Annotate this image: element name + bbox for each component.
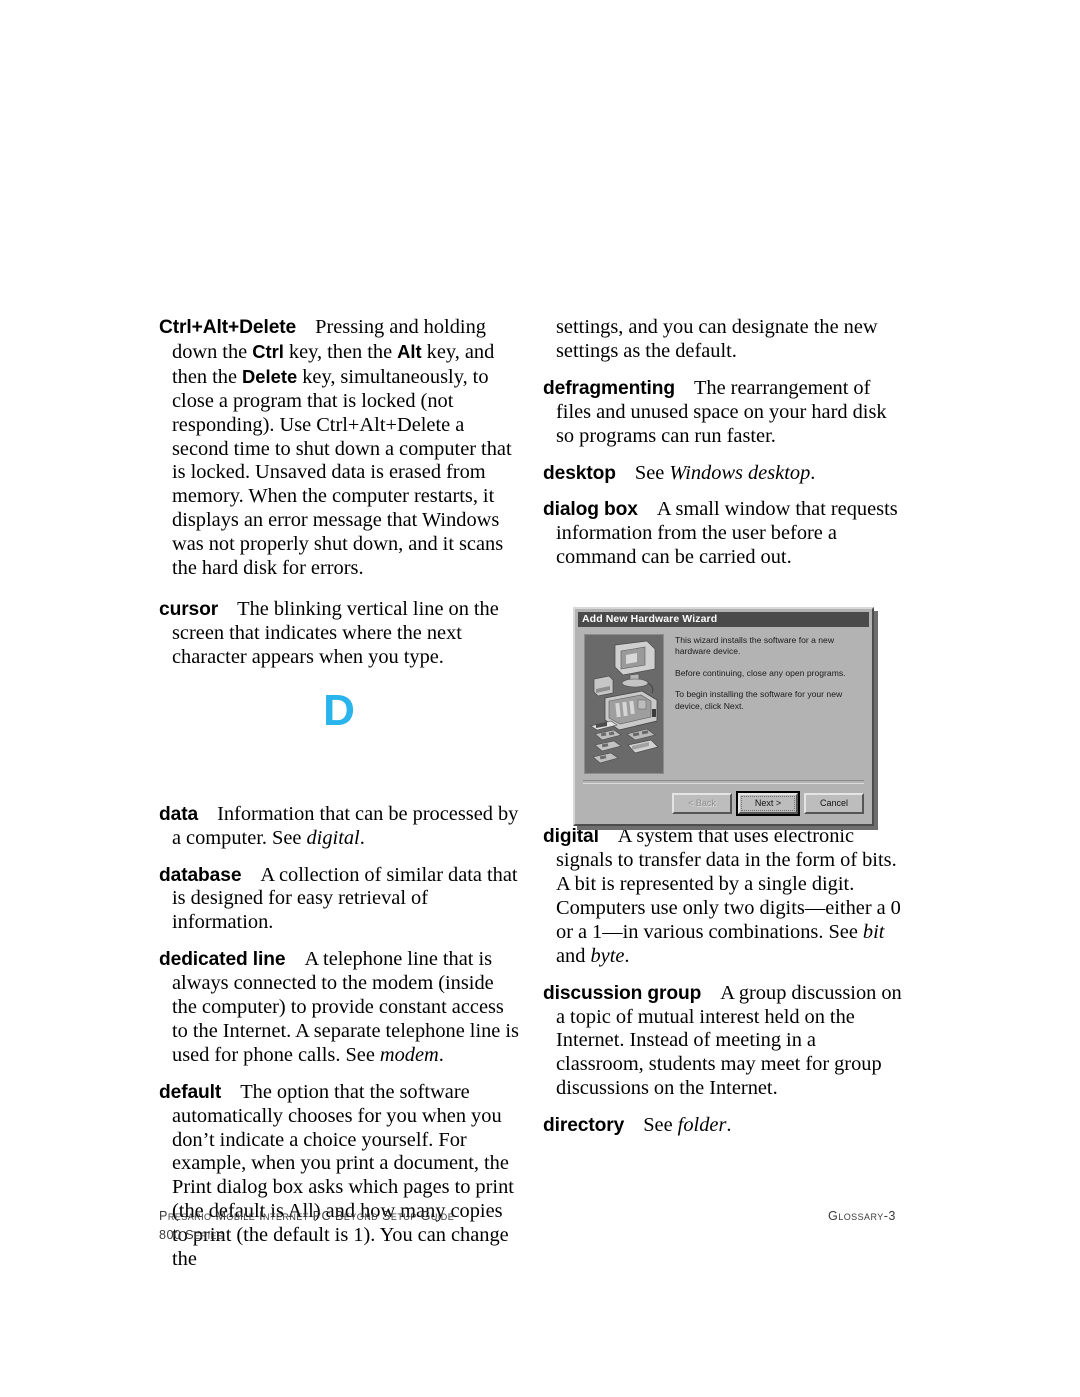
- footer-guide-title: Presario Mobile Internet PC Beyond Setup…: [159, 1207, 454, 1244]
- dialog-button-row: < Back Next > Cancel: [575, 791, 864, 816]
- dialog-titlebar: Add New Hardware Wizard: [578, 612, 869, 627]
- inline-bold-alt: Alt: [397, 340, 422, 362]
- footer-line-1: Presario Mobile Internet PC Beyond Setup…: [159, 1209, 455, 1223]
- glossary-entry-ctrl-alt-delete: Ctrl+Alt+Delete Pressing and holding down…: [159, 316, 519, 581]
- add-new-hardware-wizard-figure: Add New Hardware Wizard This wizard inst…: [573, 607, 874, 826]
- cross-reference-byte: byte: [590, 944, 625, 967]
- term-directory: directory: [543, 1115, 625, 1137]
- definition-text: and: [556, 944, 591, 967]
- cross-reference-digital: digital: [306, 826, 360, 849]
- dialog-body-text: This wizard installs the software for a …: [675, 635, 863, 722]
- dialog-paragraph-1: This wizard installs the software for a …: [675, 635, 835, 657]
- term-dialog-box: dialog box: [543, 499, 638, 521]
- term-ctrl-alt-delete: Ctrl+Alt+Delete: [159, 317, 297, 338]
- glossary-entry-directory: directory See folder.: [543, 1114, 908, 1138]
- term-defragmenting: defragmenting: [543, 377, 675, 399]
- glossary-entry-digital: digital A system that uses electronic sig…: [543, 825, 908, 968]
- definition-text: key, simultaneously, to close a program …: [172, 365, 512, 580]
- glossary-entry-discussion-group: discussion group A group discussion on a …: [543, 982, 908, 1102]
- dialog-separator: [583, 780, 864, 784]
- inline-bold-delete: Delete: [242, 365, 298, 387]
- back-button[interactable]: < Back: [672, 793, 732, 814]
- term-discussion-group: discussion group: [543, 982, 702, 1004]
- next-button-label: Next >: [741, 796, 795, 811]
- cross-reference-windows-desktop: Windows desktop: [669, 461, 811, 484]
- definition-text: .: [438, 1043, 444, 1066]
- next-button[interactable]: Next >: [736, 791, 800, 816]
- glossary-entry-data: data Information that can be processed by…: [159, 803, 519, 851]
- cross-reference-modem: modem: [379, 1043, 439, 1066]
- term-database: database: [159, 864, 242, 886]
- definition-text: .: [624, 944, 630, 967]
- glossary-entry-desktop: desktop See Windows desktop.: [543, 462, 908, 486]
- glossary-entry-dedicated-line: dedicated line A telephone line that is a…: [159, 948, 519, 1068]
- glossary-entry-defragmenting: defragmenting The rearrangement of files …: [543, 377, 908, 449]
- glossary-page: Ctrl+Alt+Delete Pressing and holding down…: [0, 0, 1080, 1397]
- term-default: default: [159, 1081, 222, 1103]
- definition-text: .: [726, 1114, 732, 1137]
- term-cursor: cursor: [159, 598, 219, 620]
- glossary-entry-database: database A collection of similar data tha…: [159, 864, 519, 936]
- definition-text: .: [810, 461, 816, 484]
- cancel-button[interactable]: Cancel: [804, 793, 864, 814]
- glossary-entry-cursor: cursor The blinking vertical line on the …: [159, 598, 519, 670]
- definition-text: .: [359, 826, 365, 849]
- glossary-entry-dialog-box: dialog box A small window that requests i…: [543, 498, 908, 570]
- definition-text: key, then the: [283, 340, 398, 363]
- left-column: Ctrl+Alt+Delete Pressing and holding down…: [159, 316, 519, 1285]
- cross-reference-bit: bit: [862, 920, 885, 943]
- term-desktop: desktop: [543, 462, 616, 484]
- inline-bold-ctrl: Ctrl: [252, 340, 284, 362]
- footer-line-2: 800 Series: [159, 1227, 224, 1242]
- term-dedicated-line: dedicated line: [159, 949, 286, 971]
- term-data: data: [159, 803, 199, 825]
- definition-text: See: [634, 461, 670, 484]
- dialog-paragraph-2: Before continuing, close any open progra…: [675, 667, 846, 678]
- section-letter-d: D: [323, 686, 355, 735]
- continued-definition-default: settings, and you can designate the new …: [556, 316, 878, 362]
- definition-text: See: [643, 1114, 678, 1137]
- term-digital: digital: [543, 826, 599, 848]
- dialog-paragraph-3: To begin installing the software for you…: [675, 689, 843, 711]
- footer-page-label: Glossary-3: [828, 1209, 896, 1223]
- computer-hardware-illustration: [584, 634, 664, 774]
- cross-reference-folder: folder: [677, 1114, 727, 1137]
